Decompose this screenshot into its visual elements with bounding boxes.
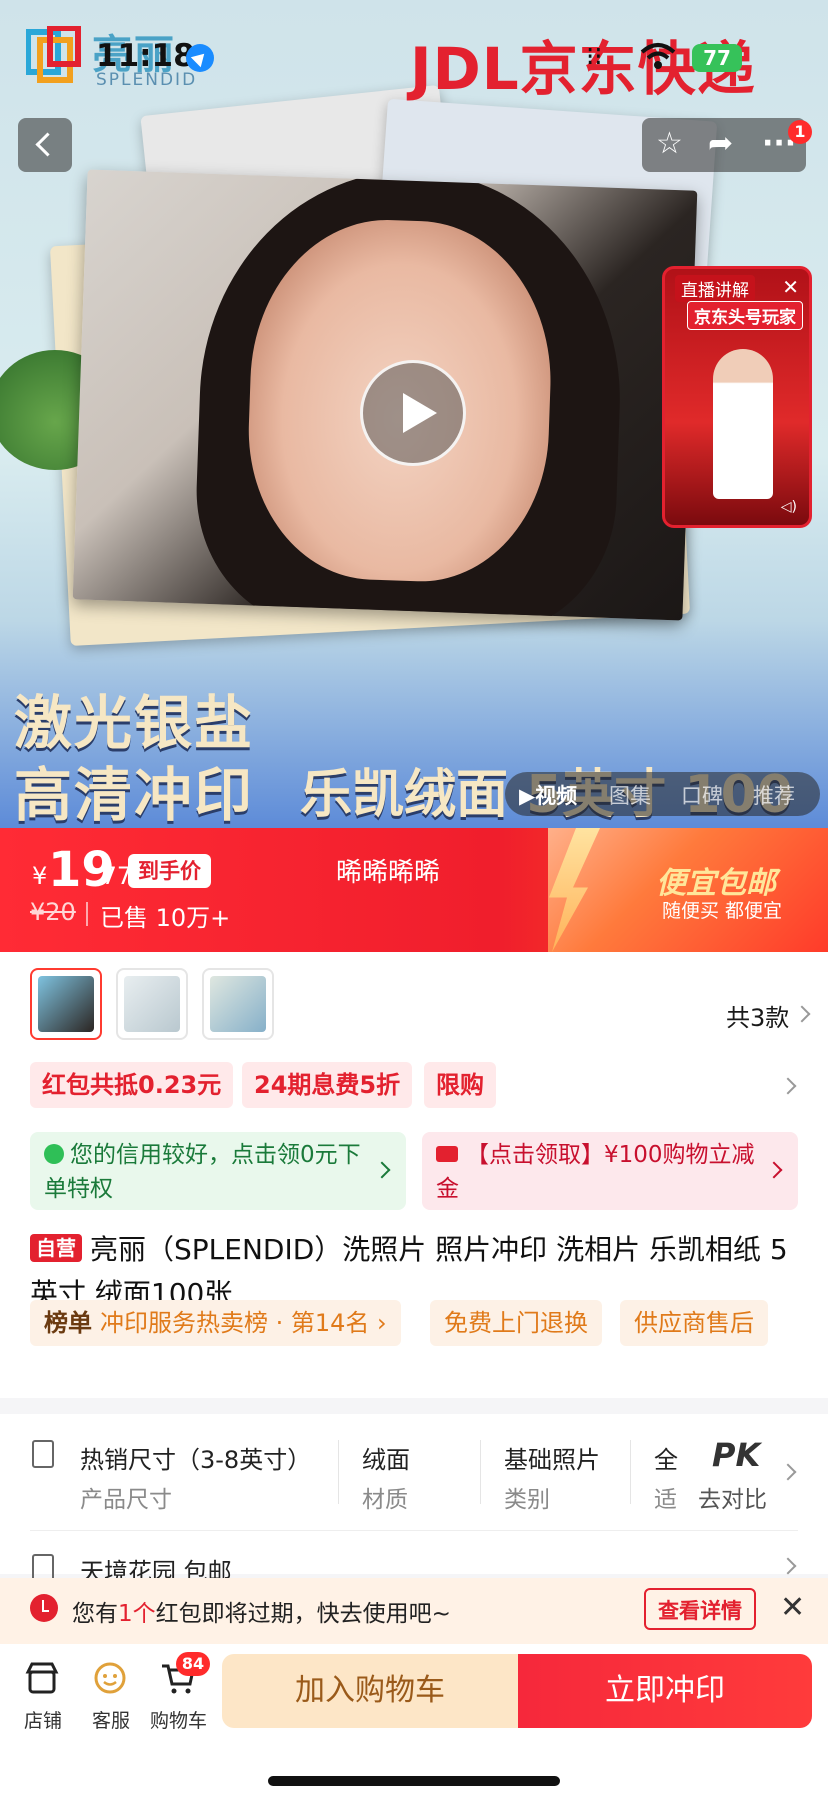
tab-gallery[interactable]: 图集 xyxy=(609,780,651,810)
hand-price-badge: 到手价 xyxy=(128,854,211,888)
buy-now-button[interactable]: 立即冲印 xyxy=(518,1654,812,1728)
spec-value-size: 热销尺寸（3-8英寸） xyxy=(80,1446,312,1474)
sold-count: 已售 10万+ xyxy=(100,904,231,932)
toast-message: 您有1个红包即将过期，快去使用吧~ xyxy=(72,1601,451,1627)
shield-icon xyxy=(44,1144,64,1164)
chevron-right-icon xyxy=(373,1161,391,1179)
hero-headline-2: 高清冲印 xyxy=(14,761,255,828)
promo-redpacket[interactable]: 红包共抵0.23元 xyxy=(30,1062,234,1108)
divider xyxy=(480,1440,481,1504)
card-icon xyxy=(436,1146,458,1162)
back-button[interactable] xyxy=(18,118,72,172)
free-shipping-subtitle: 随便买 都便宜 xyxy=(662,900,783,922)
ranking-tag[interactable]: 榜单 冲印服务热卖榜 · 第14名 › xyxy=(30,1300,401,1346)
share-icon[interactable]: ➦ xyxy=(708,126,733,162)
tab-reviews[interactable]: 口碑 xyxy=(681,780,723,810)
ranking-label: 榜单 xyxy=(44,1309,92,1337)
variant-thumbnail[interactable] xyxy=(202,968,274,1040)
self-operated-badge: 自营 xyxy=(30,1234,82,1262)
add-to-cart-button[interactable]: 加入购物车 xyxy=(222,1654,518,1728)
chevron-right-icon xyxy=(765,1161,783,1179)
media-tab-bar: ▶视频 图集 口碑 推荐 xyxy=(505,772,820,816)
message-badge: 1 xyxy=(788,120,812,144)
coupon-text: 【点击领取】¥100购物立减金 xyxy=(436,1142,755,1202)
logo-mark-icon xyxy=(26,26,81,83)
spec-label-material: 材质 xyxy=(362,1487,408,1513)
price-currency: ¥ xyxy=(32,862,48,890)
document-icon xyxy=(32,1440,54,1468)
coupon-box[interactable]: 【点击领取】¥100购物立减金 xyxy=(422,1132,798,1210)
live-close-icon[interactable]: ✕ xyxy=(782,275,799,299)
status-time: 11:18 xyxy=(96,38,195,74)
variant-count[interactable]: 共3款 xyxy=(726,998,789,1033)
spec-value-fit: 全 xyxy=(654,1446,678,1474)
divider xyxy=(630,1440,631,1504)
home-indicator[interactable] xyxy=(268,1776,560,1786)
price-middle-text: 晞晞晞晞 xyxy=(336,858,441,888)
free-return-tag[interactable]: 免费上门退换 xyxy=(430,1300,602,1346)
customer-service-icon[interactable] xyxy=(92,1660,128,1696)
favorite-star-icon[interactable]: ☆ xyxy=(656,126,683,162)
clock-icon xyxy=(30,1594,58,1622)
top-action-group: ☆ ➦ ··· xyxy=(642,118,806,172)
cart-badge: 84 xyxy=(176,1652,210,1676)
product-hero-image[interactable]: 亮丽 SPLENDID JDL京东快递 11:18 ⁝⁝ 77 ☆ ➦ ··· … xyxy=(0,0,828,828)
view-details-button[interactable]: 查看详情 xyxy=(644,1588,756,1630)
price-decimal: .77 xyxy=(94,862,133,890)
live-channel-name: 京东头号玩家 xyxy=(687,301,803,330)
spec-label-category: 类别 xyxy=(504,1487,550,1513)
variant-thumbnail[interactable] xyxy=(116,968,188,1040)
promo-installment[interactable]: 24期息费5折 xyxy=(242,1062,413,1108)
credit-privilege-box[interactable]: 您的信用较好，点击领0元下单特权 xyxy=(30,1132,406,1210)
spec-label-fit: 适 xyxy=(654,1487,677,1513)
play-video-button[interactable] xyxy=(360,360,466,466)
cart-label[interactable]: 购物车 xyxy=(150,1706,207,1733)
close-icon[interactable]: ✕ xyxy=(780,1590,805,1625)
divider xyxy=(30,1530,798,1531)
compare-label[interactable]: 去对比 xyxy=(698,1480,767,1514)
shop-icon[interactable] xyxy=(24,1660,60,1696)
spec-value-material: 绒面 xyxy=(362,1446,410,1474)
streamer-figure xyxy=(713,349,773,499)
aftersale-tag[interactable]: 供应商售后 xyxy=(620,1300,768,1346)
original-price: ¥20 xyxy=(30,898,76,926)
divider xyxy=(86,902,88,926)
spec-label-size: 产品尺寸 xyxy=(80,1487,172,1513)
wifi-icon xyxy=(640,42,676,72)
tab-video[interactable]: ▶视频 xyxy=(519,780,577,810)
promo-limit[interactable]: 限购 xyxy=(424,1062,496,1108)
variant-thumbnail[interactable] xyxy=(30,968,102,1040)
compare-pk-icon[interactable]: PK xyxy=(712,1436,760,1474)
shop-label[interactable]: 店铺 xyxy=(24,1706,62,1733)
credit-text: 您的信用较好，点击领0元下单特权 xyxy=(44,1142,361,1202)
signal-icon: ⁝⁝ xyxy=(586,42,603,72)
location-arrow-icon xyxy=(186,44,214,72)
service-label[interactable]: 客服 xyxy=(92,1706,130,1733)
live-label: 直播讲解 xyxy=(675,275,755,302)
spec-value-category: 基础照片 xyxy=(504,1446,600,1474)
battery-indicator: 77 xyxy=(692,44,742,72)
tab-recommend[interactable]: 推荐 xyxy=(753,780,795,810)
mute-icon[interactable]: ◁) xyxy=(781,499,797,515)
divider xyxy=(338,1440,339,1504)
ranking-text: 冲印服务热卖榜 · 第14名 › xyxy=(100,1309,387,1337)
live-stream-window[interactable]: 直播讲解 ✕ 京东头号玩家 ◁) xyxy=(662,266,812,528)
